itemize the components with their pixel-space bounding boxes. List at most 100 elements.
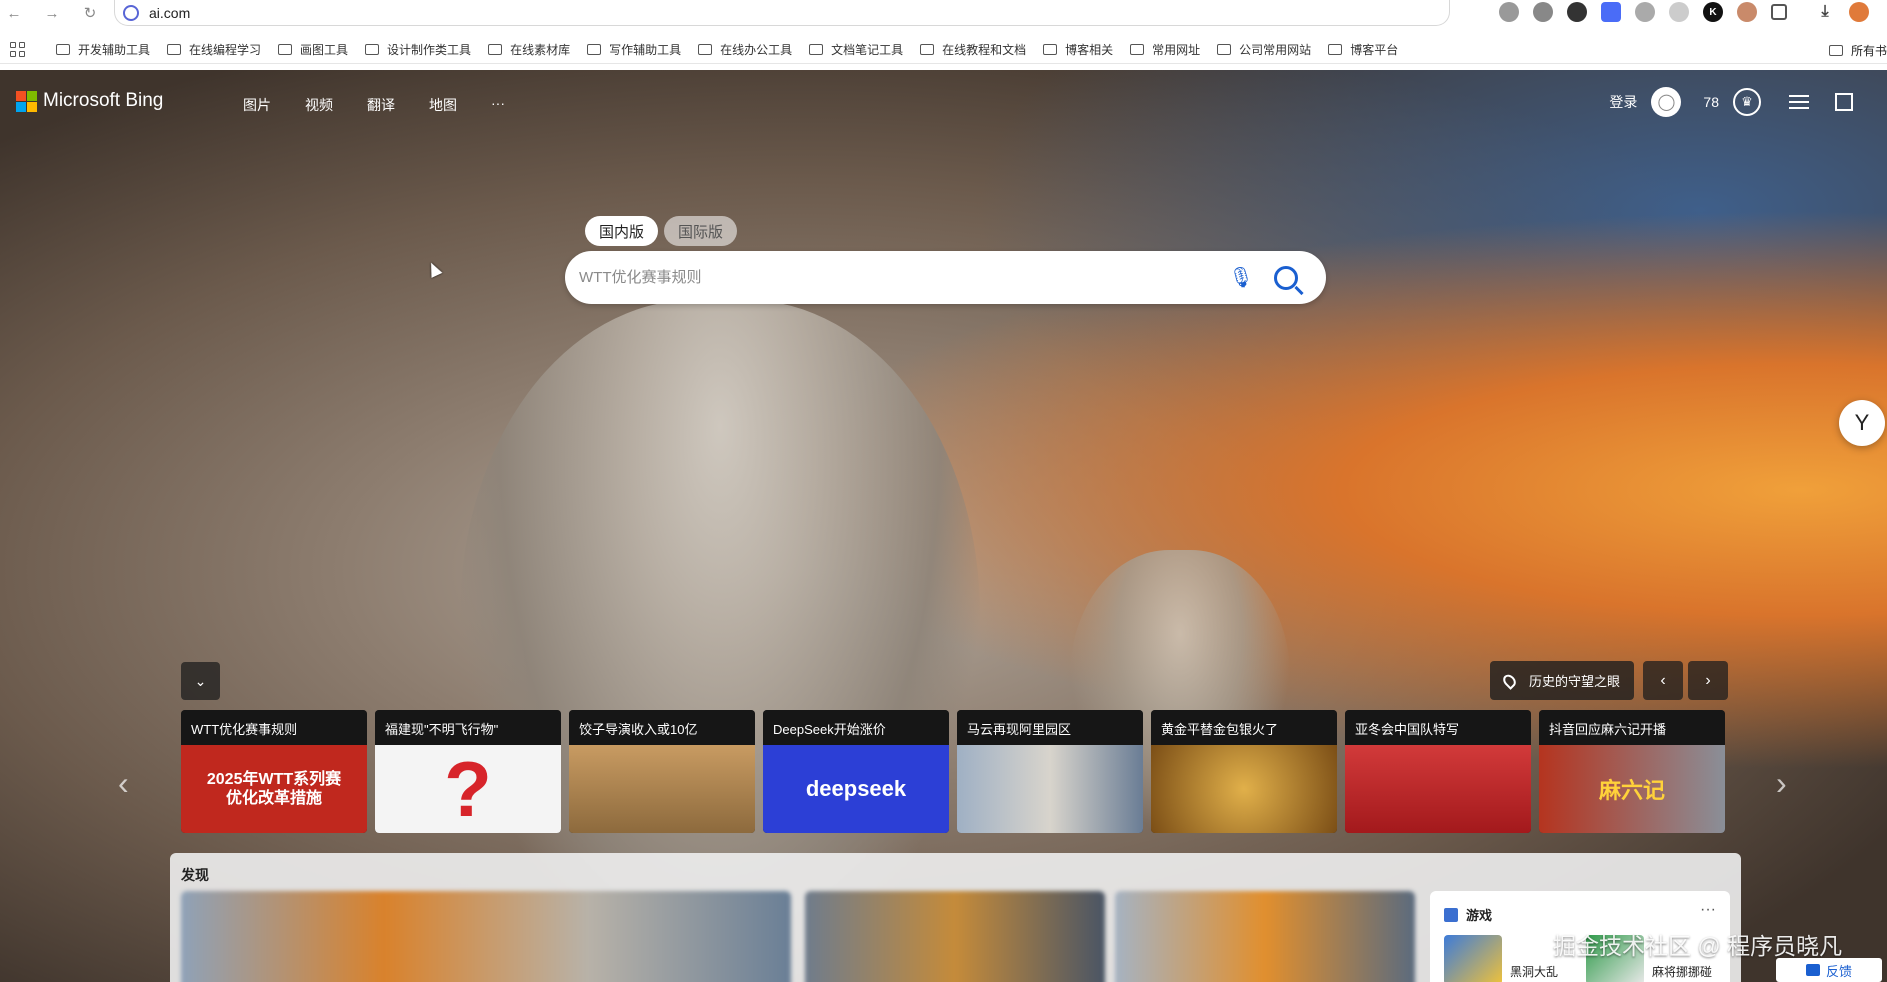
bookmark-folder[interactable]: 文档笔记工具 <box>809 41 903 58</box>
folder-icon <box>587 44 602 55</box>
discover-panel: 发现 游戏 ··· 黑洞大乱 麻将挪挪碰 <box>170 853 1741 982</box>
news-card-title: 福建现"不明飞行物" <box>375 710 561 745</box>
bookmark-folder[interactable]: 博客平台 <box>1328 41 1398 58</box>
background-image <box>0 70 1887 982</box>
all-bookmarks[interactable]: 所有书 <box>1828 42 1887 59</box>
news-card-image-text: deepseek <box>805 776 907 801</box>
feedback-icon <box>1805 964 1820 976</box>
bookmark-folder[interactable]: 开发辅助工具 <box>56 41 150 58</box>
bookmark-folder[interactable]: 画图工具 <box>278 41 348 58</box>
region-tabs: 国内版 国际版 <box>585 216 738 246</box>
bookmarks-bar: 开发辅助工具 在线编程学习 画图工具 设计制作类工具 在线素材库 写作辅助工具 … <box>0 36 1887 64</box>
nav-videos[interactable]: 视频 <box>305 95 333 115</box>
carousel-prev-icon[interactable]: ‹ <box>118 765 129 802</box>
news-card-image: 2025年WTT系列赛 优化改革措施 <box>181 745 367 833</box>
qr-code-icon[interactable] <box>1835 93 1853 111</box>
game-thumbnail[interactable] <box>1444 935 1502 982</box>
nav-maps[interactable]: 地图 <box>429 95 457 115</box>
game-name[interactable]: 黑洞大乱 <box>1510 963 1558 980</box>
news-card-title: 饺子导演收入或10亿 <box>569 710 755 745</box>
profile-avatar[interactable] <box>1849 2 1869 22</box>
carousel-next-icon[interactable]: › <box>1776 765 1787 802</box>
folder-icon <box>56 44 70 55</box>
folder-icon <box>365 44 380 55</box>
bookmark-folder[interactable]: 写作辅助工具 <box>587 41 681 58</box>
discover-tile[interactable] <box>1115 891 1415 982</box>
reload-icon[interactable]: ↻ <box>78 1 102 25</box>
rewards-points[interactable]: 78 <box>1703 94 1719 110</box>
news-card-image <box>1345 745 1531 833</box>
folder-icon <box>167 44 182 55</box>
extension-bar: K ⤓ <box>1499 2 1869 22</box>
news-card[interactable]: 马云再现阿里园区 <box>957 710 1143 833</box>
more-options-icon[interactable]: ··· <box>1700 901 1716 919</box>
news-card-title: WTT优化赛事规则 <box>181 710 367 745</box>
folder-icon <box>809 44 824 55</box>
prev-image-button[interactable]: ‹ <box>1643 661 1683 700</box>
news-card[interactable]: 抖音回应麻六记开播 麻六记 <box>1539 710 1725 833</box>
question-mark-graphic: ? <box>444 745 492 833</box>
puzzle-extensions-icon[interactable] <box>1771 4 1787 20</box>
folder-icon <box>1130 44 1145 55</box>
site-info-icon[interactable] <box>123 4 139 21</box>
news-card[interactable]: 饺子导演收入或10亿 <box>569 710 755 833</box>
extension-icon[interactable] <box>1601 2 1621 22</box>
bookmark-folder[interactable]: 在线素材库 <box>488 41 570 58</box>
download-icon[interactable]: ⤓ <box>1815 2 1835 22</box>
extension-icon[interactable] <box>1635 2 1655 22</box>
game-name[interactable]: 麻将挪挪碰 <box>1652 963 1712 980</box>
bookmark-folder[interactable]: 在线教程和文档 <box>920 41 1026 58</box>
search-icon[interactable] <box>1274 265 1298 290</box>
bookmark-folder[interactable]: 博客相关 <box>1043 41 1113 58</box>
bookmark-folder[interactable]: 公司常用网站 <box>1217 41 1311 58</box>
news-card-image <box>569 745 755 833</box>
next-image-button[interactable]: › <box>1688 661 1728 700</box>
news-card[interactable]: 黄金平替金包银火了 <box>1151 710 1337 833</box>
news-card-title: 马云再现阿里园区 <box>957 710 1143 745</box>
translate-extension-icon[interactable] <box>1533 2 1553 22</box>
bookmark-folder[interactable]: 常用网址 <box>1130 41 1200 58</box>
nav-images[interactable]: 图片 <box>243 95 271 115</box>
address-bar[interactable]: ai.com <box>114 0 1450 26</box>
tab-domestic[interactable]: 国内版 <box>585 216 659 246</box>
nav-translate[interactable]: 翻译 <box>367 95 395 115</box>
news-card[interactable]: 亚冬会中国队特写 <box>1345 710 1531 833</box>
discover-label: 发现 <box>181 867 209 883</box>
tab-international[interactable]: 国际版 <box>664 216 738 246</box>
discover-tile[interactable] <box>805 891 1105 982</box>
bookmark-folder[interactable]: 设计制作类工具 <box>365 41 471 58</box>
bookmark-folder[interactable]: 在线办公工具 <box>698 41 792 58</box>
extension-icon[interactable] <box>1567 2 1587 22</box>
news-card-title: 黄金平替金包银火了 <box>1151 710 1337 745</box>
login-link[interactable]: 登录 <box>1609 92 1637 112</box>
url-text[interactable]: ai.com <box>149 5 190 21</box>
bing-logo[interactable]: Microsoft Bing <box>16 90 163 112</box>
feedback-button[interactable]: 反馈 <box>1776 958 1882 982</box>
news-card[interactable]: 福建现"不明飞行物" ? <box>375 710 561 833</box>
news-card[interactable]: DeepSeek开始涨价 deepseek <box>763 710 949 833</box>
extension-icon[interactable] <box>1499 2 1519 22</box>
discover-tile[interactable] <box>181 891 791 982</box>
apps-grid-icon[interactable] <box>10 41 26 58</box>
user-avatar-icon[interactable]: ◯ <box>1651 87 1682 117</box>
image-info-button[interactable]: 历史的守望之眼 <box>1490 661 1635 700</box>
microphone-icon[interactable]: 🎙 <box>1228 263 1253 293</box>
forward-icon[interactable]: → <box>40 1 64 25</box>
extension-icon[interactable] <box>1737 2 1757 22</box>
news-card-image-text: 2025年WTT系列赛 优化改革措施 <box>206 770 342 807</box>
extension-icon[interactable]: K <box>1703 2 1723 22</box>
news-card-title: 亚冬会中国队特写 <box>1345 710 1531 745</box>
news-card-image: deepseek <box>763 745 949 833</box>
bookmark-folder[interactable]: 在线编程学习 <box>167 41 261 58</box>
rewards-trophy-icon[interactable]: ♛ <box>1733 88 1761 116</box>
games-icon <box>1444 907 1458 922</box>
nav-more[interactable]: ··· <box>491 95 505 115</box>
news-card-image: 麻六记 <box>1539 745 1725 833</box>
collapse-button[interactable]: ⌄ <box>181 662 220 700</box>
extension-icon[interactable] <box>1669 2 1689 22</box>
menu-icon[interactable] <box>1789 95 1809 109</box>
back-icon[interactable]: ← <box>2 1 26 25</box>
news-card[interactable]: WTT优化赛事规则 2025年WTT系列赛 优化改革措施 <box>181 710 367 833</box>
copilot-icon[interactable]: Y <box>1839 400 1885 446</box>
search-input[interactable] <box>579 269 1230 286</box>
